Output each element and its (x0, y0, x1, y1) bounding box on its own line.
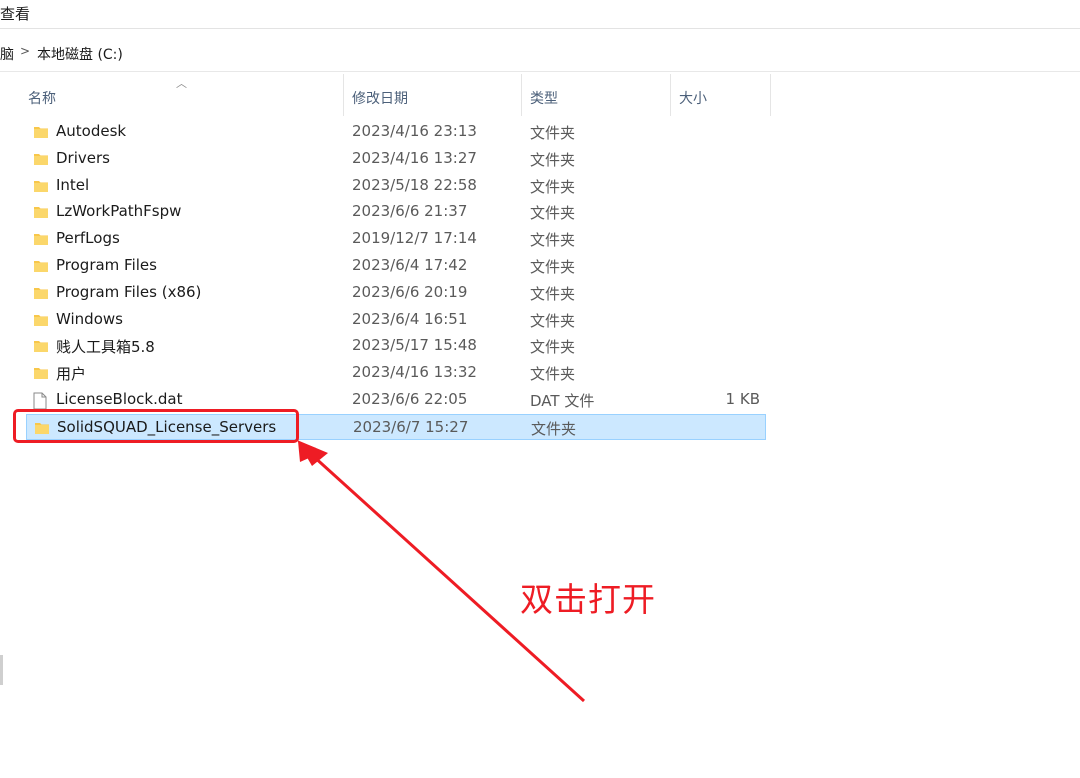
annotation-arrow (297, 440, 586, 703)
annotation-label: 双击打开 (520, 580, 656, 619)
